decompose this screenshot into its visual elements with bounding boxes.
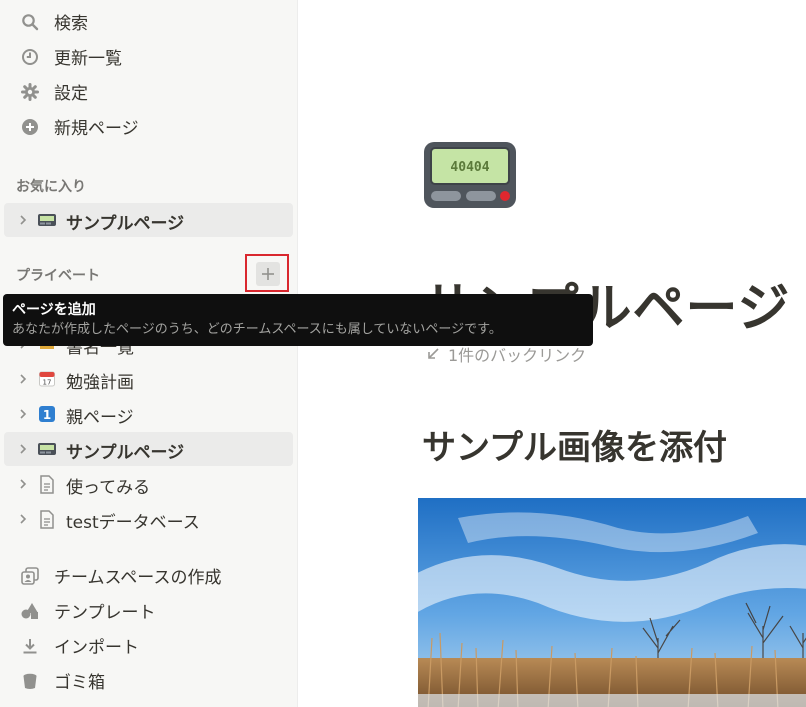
heading-1[interactable]: サンプル画像を添付: [422, 420, 727, 469]
new-page-menu-item[interactable]: 新規ページ: [0, 109, 298, 143]
private-item-try-it[interactable]: 使ってみる: [4, 467, 293, 501]
page-content: 40404 サンプルページ 1件のバックリンク サンプル画像を添付: [298, 0, 806, 707]
tooltip-title: ページを追加: [12, 302, 96, 318]
create-teamspace-item[interactable]: チームスペースの作成: [0, 558, 298, 592]
private-item-label: testデータベース: [66, 513, 200, 533]
settings-menu-item[interactable]: 設定: [0, 74, 298, 108]
chevron-right-icon[interactable]: [16, 441, 30, 455]
download-icon: [20, 636, 40, 656]
calendar-icon: 17: [37, 369, 57, 389]
import-label: インポート: [54, 637, 139, 658]
settings-label: 設定: [54, 83, 88, 104]
trash-item[interactable]: ゴミ箱: [0, 663, 298, 697]
pager-icon: [37, 439, 57, 459]
new-page-label: 新規ページ: [54, 118, 139, 139]
private-section-label: プライベート: [16, 268, 100, 284]
gear-icon: [20, 82, 40, 102]
chevron-right-icon[interactable]: [16, 511, 30, 525]
templates-label: テンプレート: [54, 602, 156, 623]
trash-icon: [20, 671, 40, 691]
clock-icon: [20, 47, 40, 67]
favorite-item-label: サンプルページ: [66, 214, 185, 234]
shapes-icon: [20, 601, 40, 621]
favorites-section-label: お気に入り: [16, 179, 86, 195]
document-icon: [37, 474, 57, 494]
trash-label: ゴミ箱: [54, 672, 105, 693]
chevron-right-icon[interactable]: [16, 476, 30, 490]
arrow-down-left-icon: [426, 346, 440, 365]
page-icon-pager[interactable]: 40404: [422, 140, 518, 212]
svg-text:17: 17: [43, 379, 52, 387]
create-teamspace-label: チームスペースの作成: [54, 567, 222, 588]
landscape-photo: [418, 498, 806, 707]
add-page-tooltip: ページを追加 あなたが作成したページのうち、どのチームスペースにも属していないペ…: [3, 294, 593, 346]
templates-item[interactable]: テンプレート: [0, 593, 298, 627]
pager-display-text: 40404: [450, 160, 489, 175]
updates-menu-item[interactable]: 更新一覧: [0, 39, 298, 73]
private-item-sample-page[interactable]: サンプルページ: [4, 432, 293, 466]
plus-icon: [262, 268, 274, 280]
chevron-right-icon[interactable]: [16, 406, 30, 420]
attached-image[interactable]: [418, 498, 806, 707]
private-item-label: 親ページ: [66, 408, 134, 428]
private-item-parent-page[interactable]: 1 親ページ: [4, 397, 293, 431]
private-item-label: サンプルページ: [66, 443, 185, 463]
backlinks-label: 1件のバックリンク: [448, 346, 587, 365]
document-icon: [37, 509, 57, 529]
search-menu-item[interactable]: 検索: [0, 4, 298, 38]
sidebar: 検索 更新一覧 設定 新規ページ お気に入り サンプルページ プライベート 書名…: [0, 0, 298, 707]
favorite-item-sample-page[interactable]: サンプルページ: [4, 203, 293, 237]
teamspace-icon: [20, 566, 40, 586]
import-item[interactable]: インポート: [0, 628, 298, 662]
updates-label: 更新一覧: [54, 48, 122, 69]
private-item-label: 使ってみる: [66, 478, 151, 498]
chevron-right-icon[interactable]: [16, 212, 30, 226]
private-item-study-plan[interactable]: 17 勉強計画: [4, 362, 293, 396]
tooltip-description: あなたが作成したページのうち、どのチームスペースにも属していないページです。: [12, 322, 502, 337]
chevron-right-icon[interactable]: [16, 371, 30, 385]
search-icon: [20, 12, 40, 32]
add-private-page-button[interactable]: [256, 262, 280, 286]
search-label: 検索: [54, 13, 88, 34]
plus-circle-icon: [20, 117, 40, 137]
private-item-test-database[interactable]: testデータベース: [4, 502, 293, 536]
keycap-one-icon: 1: [37, 404, 57, 424]
pager-icon: [37, 210, 57, 230]
svg-text:1: 1: [43, 408, 51, 422]
private-item-label: 勉強計画: [66, 373, 134, 393]
